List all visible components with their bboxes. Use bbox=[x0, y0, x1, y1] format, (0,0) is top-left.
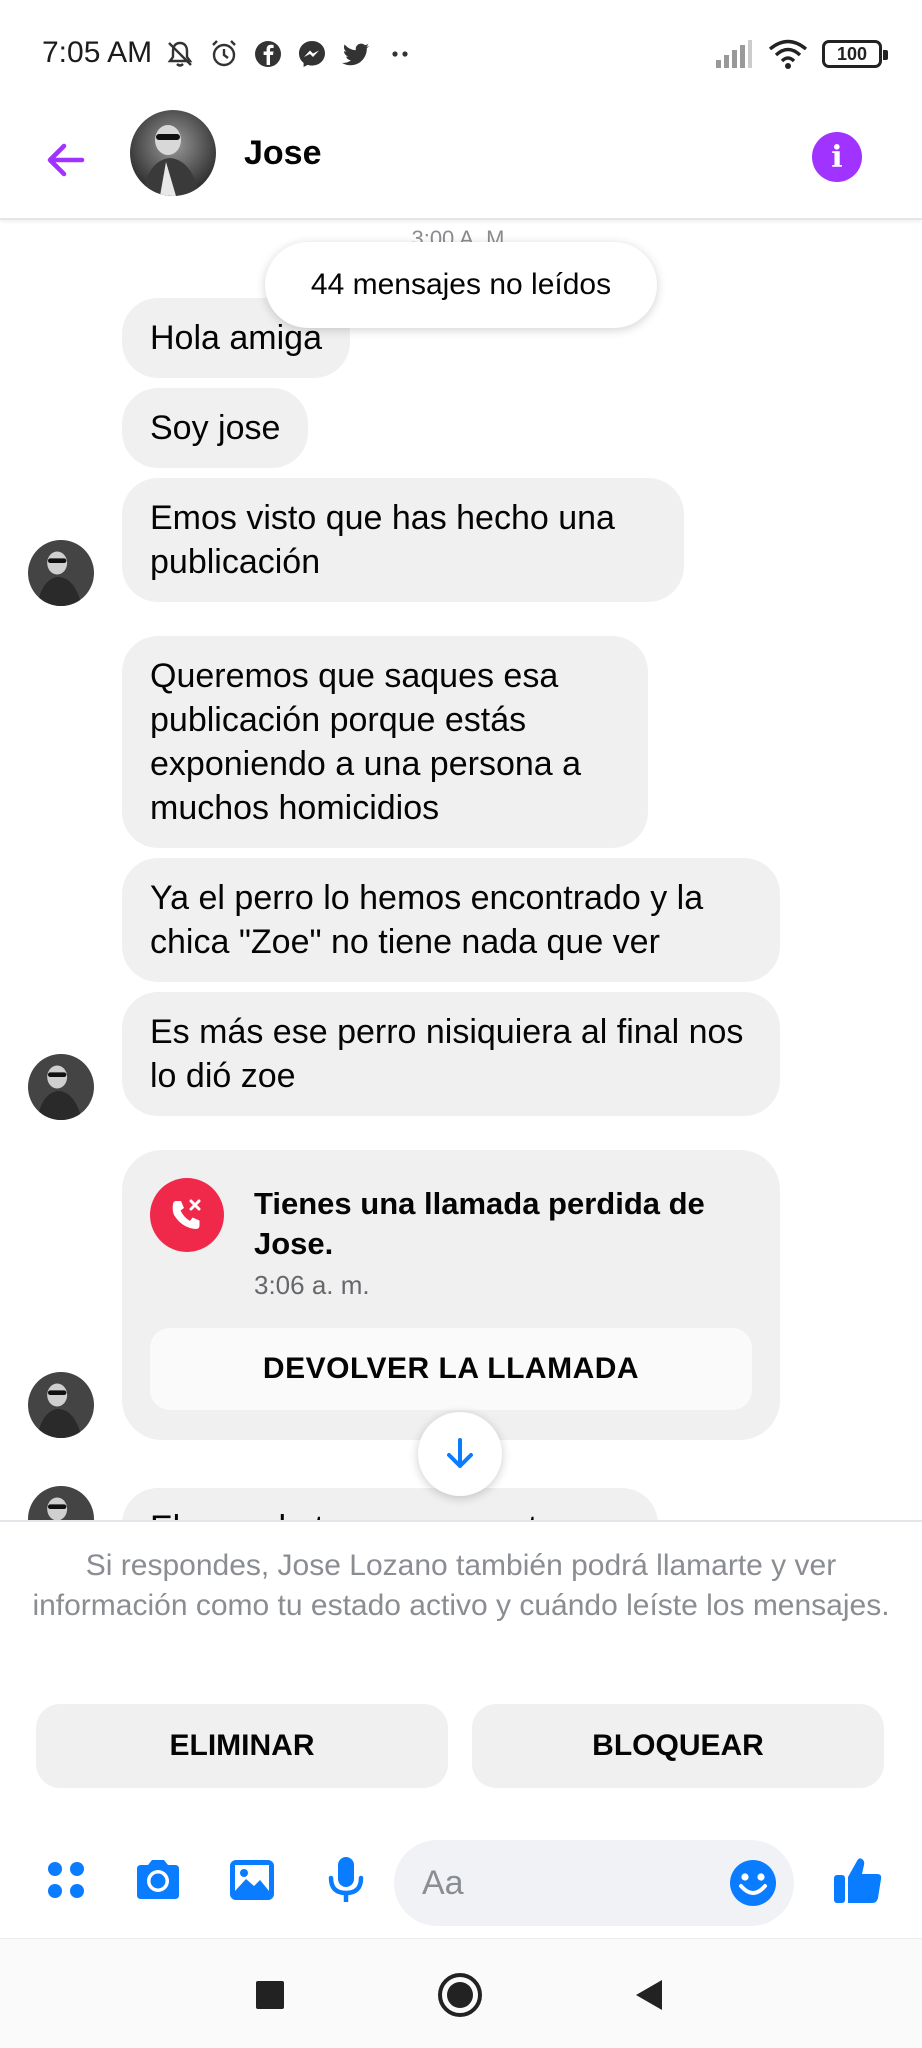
alarm-icon bbox=[212, 40, 236, 67]
info-button[interactable]: i bbox=[812, 132, 862, 182]
message-input[interactable]: Aa bbox=[394, 1840, 794, 1926]
facebook-icon bbox=[255, 41, 281, 67]
profile-photo bbox=[28, 540, 94, 606]
scroll-to-bottom-button[interactable] bbox=[418, 1412, 502, 1496]
system-nav-bar bbox=[0, 1938, 922, 2048]
back-triangle-icon bbox=[636, 1980, 662, 2010]
back-button[interactable] bbox=[38, 132, 94, 188]
profile-photo bbox=[28, 1054, 94, 1120]
delete-button[interactable]: ELIMINAR bbox=[36, 1704, 448, 1788]
status-bar: 7:05 AM 100 bbox=[0, 0, 922, 110]
more-dots-icon bbox=[392, 51, 408, 57]
missed-call-card: Tienes una llamada perdida de Jose. 3:06… bbox=[122, 1150, 780, 1440]
sender-avatar[interactable] bbox=[28, 1372, 94, 1438]
message-request-panel: Si respondes, Jose Lozano también podrá … bbox=[0, 1520, 922, 1938]
mute-icon bbox=[167, 41, 193, 67]
like-icon bbox=[834, 1858, 882, 1903]
back-nav-button[interactable] bbox=[624, 1969, 676, 2021]
wifi-icon bbox=[768, 39, 808, 69]
twitter-icon bbox=[342, 43, 369, 66]
like-button[interactable] bbox=[830, 1852, 886, 1908]
apps-button[interactable] bbox=[38, 1852, 94, 1908]
message-bubble[interactable]: Emos visto que has hecho una publicación bbox=[122, 478, 684, 602]
avatar[interactable] bbox=[130, 110, 216, 196]
recents-square-icon bbox=[256, 1981, 284, 2009]
message-bubble[interactable]: Ya el perro lo hemos encontrado y la chi… bbox=[122, 858, 780, 982]
missed-call-icon bbox=[150, 1178, 224, 1252]
info-icon: i bbox=[831, 139, 843, 175]
message-bubble[interactable]: El perro lo tenemos nosotros bbox=[122, 1488, 658, 1520]
status-time: 7:05 AM bbox=[42, 36, 153, 69]
profile-photo bbox=[28, 1372, 94, 1438]
message-input-placeholder: Aa bbox=[422, 1864, 464, 1902]
signal-icon bbox=[716, 40, 752, 68]
composer: Aa bbox=[0, 1830, 922, 1940]
message-list[interactable]: 3:00 A. M. 44 mensajes no leídos Hola am… bbox=[0, 222, 922, 1520]
missed-call-time: 3:06 a. m. bbox=[254, 1270, 370, 1300]
message-bubble[interactable]: Soy jose bbox=[122, 388, 309, 468]
home-button[interactable] bbox=[434, 1969, 486, 2021]
camera-button[interactable] bbox=[130, 1852, 186, 1908]
home-circle-icon bbox=[438, 1973, 482, 2017]
system-icons: 100 bbox=[714, 38, 888, 70]
arrow-left-icon bbox=[47, 143, 85, 177]
chat-header: Jose i bbox=[0, 110, 922, 220]
contact-name[interactable]: Jose bbox=[244, 134, 322, 173]
apps-icon bbox=[48, 1862, 84, 1898]
camera-icon bbox=[137, 1860, 179, 1899]
gallery-icon bbox=[230, 1860, 274, 1900]
missed-call-title: Tienes una llamada perdida de Jose. bbox=[254, 1186, 705, 1261]
unread-messages-pill[interactable]: 44 mensajes no leídos bbox=[265, 242, 657, 328]
emoji-icon[interactable] bbox=[728, 1858, 778, 1908]
message-bubble[interactable]: Queremos que saques esa publicación porq… bbox=[122, 636, 648, 848]
gallery-button[interactable] bbox=[224, 1852, 280, 1908]
return-call-button[interactable]: DEVOLVER LA LLAMADA bbox=[150, 1328, 752, 1410]
battery-icon: 100 bbox=[822, 40, 888, 68]
sender-avatar[interactable] bbox=[28, 1486, 94, 1520]
request-notice: Si respondes, Jose Lozano también podrá … bbox=[32, 1549, 890, 1622]
recents-button[interactable] bbox=[244, 1969, 296, 2021]
profile-photo bbox=[28, 1486, 94, 1520]
message-bubble[interactable]: Es más ese perro nisiquiera al final nos… bbox=[122, 992, 780, 1116]
notification-icons bbox=[164, 38, 416, 70]
messenger-icon bbox=[299, 41, 325, 67]
microphone-icon bbox=[328, 1857, 364, 1902]
sender-avatar[interactable] bbox=[28, 540, 94, 606]
microphone-button[interactable] bbox=[318, 1852, 374, 1908]
sender-avatar[interactable] bbox=[28, 1054, 94, 1120]
block-button[interactable]: BLOQUEAR bbox=[472, 1704, 884, 1788]
arrow-down-icon bbox=[447, 1438, 473, 1468]
profile-photo bbox=[130, 110, 216, 196]
